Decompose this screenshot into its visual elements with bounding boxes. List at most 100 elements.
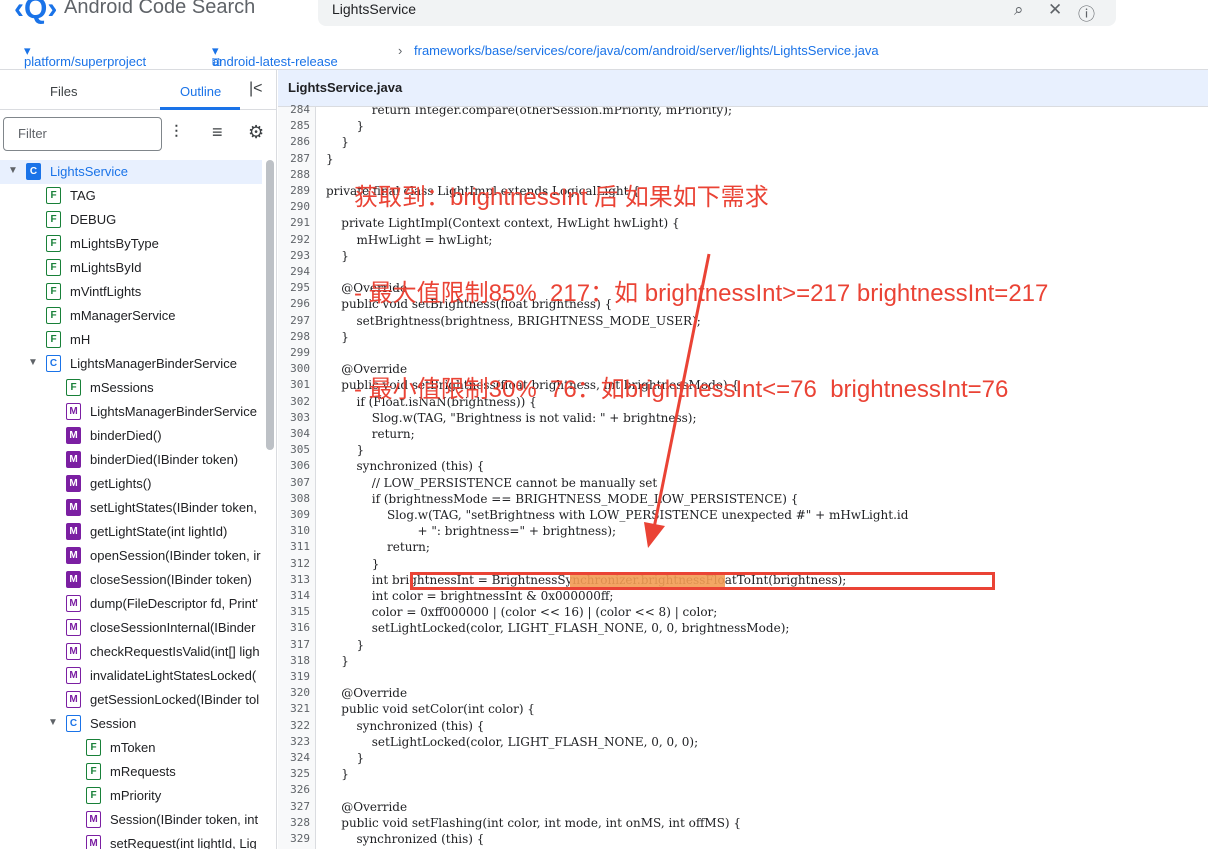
outline-item[interactable]: ▼ C LightsService bbox=[0, 160, 262, 184]
field-icon: F bbox=[46, 331, 61, 348]
outline-item[interactable]: McloseSessionInternal(IBinder bbox=[0, 616, 262, 640]
outline-item[interactable]: M LightsManagerBinderService bbox=[0, 400, 262, 424]
tab-outline[interactable]: Outline bbox=[180, 84, 221, 99]
code-line: @Override bbox=[326, 686, 408, 701]
code-line: return; bbox=[326, 540, 430, 555]
outline-item-label: binderDied() bbox=[90, 428, 162, 443]
outline-item[interactable]: MgetLights() bbox=[0, 472, 262, 496]
code-line: setLightLocked(color, LIGHT_FLASH_NONE, … bbox=[326, 734, 699, 749]
outline-item-label: setLightStates(IBinder token, bbox=[90, 500, 257, 515]
outline-item[interactable]: FmLightsById bbox=[0, 256, 262, 280]
outline-item[interactable]: MinvalidateLightStatesLocked( bbox=[0, 664, 262, 688]
file-title: LightsService.java bbox=[278, 70, 1208, 107]
outline-item-label: mLightsById bbox=[70, 260, 142, 275]
outline-item-label: checkRequestIsValid(int[] ligh bbox=[90, 644, 260, 659]
outline-item[interactable]: FmSessions bbox=[0, 376, 262, 400]
expand-arrow-icon[interactable]: ▼ bbox=[28, 357, 38, 368]
code-line: return Integer.compare(otherSession.mPri… bbox=[326, 107, 733, 117]
field-icon: F bbox=[46, 259, 61, 276]
line-number: 298 bbox=[290, 329, 310, 343]
outline-item[interactable]: FmH bbox=[0, 328, 262, 352]
field-icon: F bbox=[46, 283, 61, 300]
outline-item-label: mRequests bbox=[110, 764, 176, 779]
project-selector[interactable]: platform/superproject ▾ bbox=[24, 43, 146, 69]
outline-item[interactable]: ▼ C LightsManagerBinderService bbox=[0, 352, 262, 376]
outline-item[interactable]: FmRequests bbox=[0, 760, 262, 784]
outline-item[interactable]: MbinderDied(IBinder token) bbox=[0, 448, 262, 472]
outline-item[interactable]: Mdump(FileDescriptor fd, Print' bbox=[0, 592, 262, 616]
outline-item-label: mPriority bbox=[110, 788, 162, 803]
field-icon: F bbox=[46, 211, 61, 228]
outline-scrollbar[interactable] bbox=[266, 160, 274, 450]
file-path-link[interactable]: frameworks/base/services/core/java/com/a… bbox=[414, 43, 879, 58]
tab-files[interactable]: Files bbox=[50, 84, 77, 99]
line-number-gutter: 284 285 286 287 288 289 290 291 292 293 294 295 296 2… bbox=[278, 103, 316, 849]
line-number: 321 bbox=[290, 702, 310, 716]
outline-item-label: openSession(IBinder token, ir bbox=[90, 548, 261, 563]
collapse-panel-icon[interactable]: |< bbox=[249, 80, 263, 98]
line-number: 329 bbox=[290, 832, 310, 845]
filter-input[interactable]: Filter bbox=[3, 117, 162, 151]
code-line: } bbox=[326, 751, 365, 765]
outline-item[interactable]: ▼ C Session bbox=[0, 712, 262, 736]
outline-item-label: closeSession(IBinder token) bbox=[90, 572, 252, 587]
line-number: 322 bbox=[290, 718, 310, 732]
line-number: 319 bbox=[290, 670, 310, 683]
outline-item[interactable]: MbinderDied() bbox=[0, 424, 262, 448]
line-number: 290 bbox=[290, 200, 310, 214]
code-line: int color = brightnessInt & 0x000000ff; bbox=[326, 589, 614, 603]
outline-item[interactable]: M Session(IBinder token, int bbox=[0, 808, 262, 832]
expand-arrow-icon[interactable]: ▼ bbox=[8, 165, 18, 176]
outline-item-label: dump(FileDescriptor fd, Print' bbox=[90, 596, 258, 611]
app-header: ‹Q› Android Code Search LightsService ⌕ … bbox=[0, 0, 1208, 32]
method-icon: M bbox=[66, 523, 81, 540]
code-line: } bbox=[326, 767, 349, 782]
outline-item[interactable]: MsetRequest(int lightId, Lig bbox=[0, 832, 262, 849]
outline-item[interactable]: McloseSession(IBinder token) bbox=[0, 568, 262, 592]
line-number: 307 bbox=[290, 475, 310, 489]
line-number: 295 bbox=[290, 281, 310, 295]
line-number: 326 bbox=[290, 783, 310, 797]
outline-item[interactable]: MsetLightStates(IBinder token, bbox=[0, 496, 262, 520]
branch-selector[interactable]: ⧉ android-latest-release ▾ bbox=[212, 43, 338, 69]
outline-item[interactable]: F TAG bbox=[0, 184, 262, 208]
line-number: 314 bbox=[290, 589, 310, 602]
line-number: 308 bbox=[290, 491, 310, 505]
code-line: setLightLocked(color, LIGHT_FLASH_NONE, … bbox=[326, 621, 790, 636]
outline-item[interactable]: F DEBUG bbox=[0, 208, 262, 232]
outline-item-label: binderDied(IBinder token) bbox=[90, 452, 239, 467]
field-icon: F bbox=[86, 763, 101, 780]
branch-label: android-latest-release bbox=[212, 54, 338, 69]
search-icon[interactable]: ⌕ bbox=[1014, 0, 1024, 20]
line-number: 300 bbox=[290, 362, 310, 376]
method-icon: M bbox=[66, 691, 81, 708]
expand-arrow-icon[interactable]: ▼ bbox=[48, 717, 58, 728]
code-line: } bbox=[326, 135, 349, 150]
close-icon[interactable]: ✕ bbox=[1048, 0, 1062, 20]
code-line: color = 0xff000000 | (color << 16) | (co… bbox=[326, 605, 718, 620]
outline-item[interactable]: FmVintfLights bbox=[0, 280, 262, 304]
code-line: // LOW_PERSISTENCE cannot be manually se… bbox=[326, 475, 658, 490]
method-icon: M bbox=[66, 499, 81, 516]
outline-item[interactable]: FmLightsByType bbox=[0, 232, 262, 256]
outline-item[interactable]: MgetLightState(int lightId) bbox=[0, 520, 262, 544]
outline-item[interactable]: FmManagerService bbox=[0, 304, 262, 328]
line-number: 309 bbox=[290, 508, 310, 521]
outline-item[interactable]: McheckRequestIsValid(int[] ligh bbox=[0, 640, 262, 664]
project-label: platform/superproject bbox=[24, 54, 147, 69]
gear-icon[interactable]: ⚙ bbox=[248, 122, 264, 143]
outline-item[interactable]: FmPriority bbox=[0, 784, 262, 808]
search-input[interactable]: LightsService bbox=[318, 0, 1116, 26]
line-number: 294 bbox=[290, 265, 310, 278]
panel-tabs: Files Outline |< bbox=[0, 70, 277, 110]
outline-item[interactable]: FmToken bbox=[0, 736, 262, 760]
sliders-icon[interactable]: ⫶ bbox=[174, 122, 179, 143]
code-search-logo-icon[interactable]: ‹Q› bbox=[14, 0, 57, 26]
outline-item-label: invalidateLightStatesLocked( bbox=[90, 668, 257, 683]
line-number: 312 bbox=[290, 556, 310, 570]
info-icon[interactable]: ⓘ bbox=[1078, 0, 1095, 25]
sort-icon[interactable]: ≡ bbox=[212, 122, 223, 143]
field-icon: F bbox=[86, 739, 101, 756]
outline-item[interactable]: MopenSession(IBinder token, ir bbox=[0, 544, 262, 568]
outline-item[interactable]: MgetSessionLocked(IBinder tol bbox=[0, 688, 262, 712]
